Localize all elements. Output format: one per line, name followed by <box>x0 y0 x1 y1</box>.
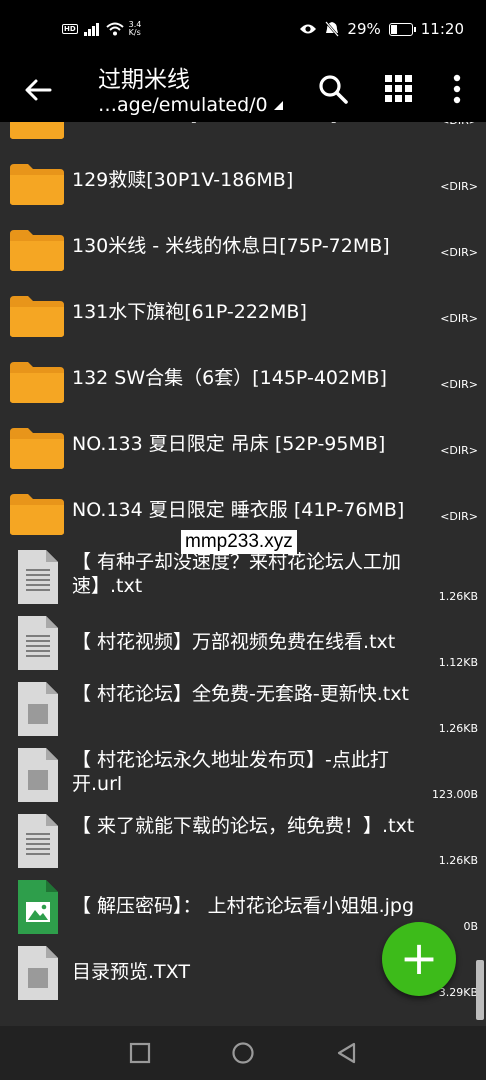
file-size: 123.00B <box>431 788 478 801</box>
folder-icon <box>8 228 66 272</box>
text-file-icon <box>16 548 60 606</box>
file-name: NO.134 夏日限定 睡衣服 [41P-76MB] <box>72 499 405 521</box>
file-name: 132 SW合集（6套）[145P-402MB] <box>72 367 387 389</box>
battery-percent: 29% <box>347 20 381 38</box>
file-row[interactable]: 【 村花论坛】全免费-无套路-更新快.txt 1.26KB <box>0 676 486 742</box>
clock: 11:20 <box>420 20 464 38</box>
dir-label: <DIR> <box>440 444 478 457</box>
file-row[interactable]: 【 村花论坛永久地址发布页】-点此打开.url 123.00B <box>0 742 486 808</box>
path-label: …age/emulated/0 <box>98 94 268 116</box>
folder-row[interactable]: 129救赎[30P1V-186MB] <DIR> <box>0 148 486 214</box>
file-size: 1.26KB <box>438 590 478 603</box>
file-size: 1.12KB <box>438 656 478 669</box>
scrollbar-thumb[interactable] <box>476 960 484 1020</box>
file-name: 【 来了就能下载的论坛，纯免费！】.txt <box>72 815 415 837</box>
speed-unit: K/s <box>128 28 141 37</box>
folder-title: 过期米线 <box>98 67 190 93</box>
dir-label: <DIR> <box>440 378 478 391</box>
dropdown-triangle-icon <box>273 101 283 110</box>
file-icon <box>16 944 60 1002</box>
file-name: 130米线 - 米线的休息日[75P-72MB] <box>72 235 390 257</box>
file-name: 131水下旗袍[61P-222MB] <box>72 301 307 323</box>
recent-apps-icon[interactable] <box>127 1040 153 1066</box>
file-name: NO.133 夏日限定 吊床 [52P-95MB] <box>72 433 386 455</box>
file-name: 【 有种子却没速度？来村花论坛人工加速】.txt <box>72 551 402 597</box>
add-fab-button[interactable]: + <box>382 922 456 996</box>
folder-icon <box>8 492 66 536</box>
folder-row[interactable]: NO.133 夏日限定 吊床 [52P-95MB] <DIR> <box>0 412 486 478</box>
folder-icon <box>8 294 66 338</box>
plus-icon: + <box>399 931 439 985</box>
hd-badge: HD <box>62 24 78 34</box>
grid-view-icon[interactable] <box>382 72 416 106</box>
folder-icon <box>8 426 66 470</box>
wifi-icon <box>106 22 124 36</box>
file-row[interactable]: 【 村花视频】万部视频免费在线看.txt 1.12KB <box>0 610 486 676</box>
file-icon <box>16 680 60 738</box>
image-file-icon <box>16 878 60 936</box>
folder-icon <box>8 162 66 206</box>
text-file-icon <box>16 614 60 672</box>
file-name: 【 村花论坛】全免费-无套路-更新快.txt <box>72 683 409 705</box>
file-name: 129救赎[30P1V-186MB] <box>72 169 294 191</box>
file-size: 1.26KB <box>438 722 478 735</box>
file-name: 128兔子小姐 [52P1V-375MB] <box>72 122 442 126</box>
status-bar: HD 3.4 K/s 29% 11:20 <box>0 0 486 58</box>
dir-label: <DIR> <box>440 180 478 193</box>
dir-label: <DIR> <box>440 510 478 523</box>
dir-label: <DIR> <box>440 122 478 127</box>
signal-icon <box>83 23 99 36</box>
home-icon[interactable] <box>230 1040 256 1066</box>
battery-level <box>390 24 398 34</box>
eye-icon <box>300 24 317 34</box>
battery-icon <box>388 22 416 36</box>
more-options-icon[interactable] <box>440 72 474 106</box>
file-row[interactable]: 【 来了就能下载的论坛，纯免费！】.txt 1.26KB <box>0 808 486 874</box>
network-speed: 3.4 K/s <box>129 21 142 37</box>
app-toolbar: 过期米线 …age/emulated/0 <box>0 58 486 122</box>
file-icon <box>16 746 60 804</box>
dir-label: <DIR> <box>440 246 478 259</box>
folder-row[interactable]: 128兔子小姐 [52P1V-375MB]<DIR> <box>0 122 486 148</box>
file-size: 1.26KB <box>438 854 478 867</box>
system-nav-bar <box>0 1026 486 1080</box>
folder-icon <box>8 122 66 140</box>
text-file-icon <box>16 812 60 870</box>
file-name: 【 村花论坛永久地址发布页】-点此打开.url <box>72 749 389 795</box>
search-icon[interactable] <box>316 72 350 106</box>
file-list[interactable]: 128兔子小姐 [52P1V-375MB]<DIR>129救赎[30P1V-18… <box>0 122 486 1026</box>
watermark-label: mmp233.xyz <box>181 530 297 554</box>
back-arrow-icon[interactable] <box>22 74 54 106</box>
folder-row[interactable]: 130米线 - 米线的休息日[75P-72MB] <DIR> <box>0 214 486 280</box>
path-dropdown[interactable]: …age/emulated/0 <box>98 94 284 116</box>
back-nav-icon[interactable] <box>334 1040 360 1066</box>
folder-row[interactable]: 131水下旗袍[61P-222MB] <DIR> <box>0 280 486 346</box>
folder-row[interactable]: 132 SW合集（6套）[145P-402MB] <DIR> <box>0 346 486 412</box>
dir-label: <DIR> <box>440 312 478 325</box>
mute-bell-icon <box>325 21 340 37</box>
file-name: 【 村花视频】万部视频免费在线看.txt <box>72 631 396 653</box>
folder-icon <box>8 360 66 404</box>
status-left: HD 3.4 K/s <box>62 17 141 41</box>
status-right: 29% 11:20 <box>299 17 464 41</box>
file-name: 【 解压密码】： 上村花论坛看小姐姐.jpg <box>72 895 415 917</box>
file-size: 0B <box>463 920 478 933</box>
